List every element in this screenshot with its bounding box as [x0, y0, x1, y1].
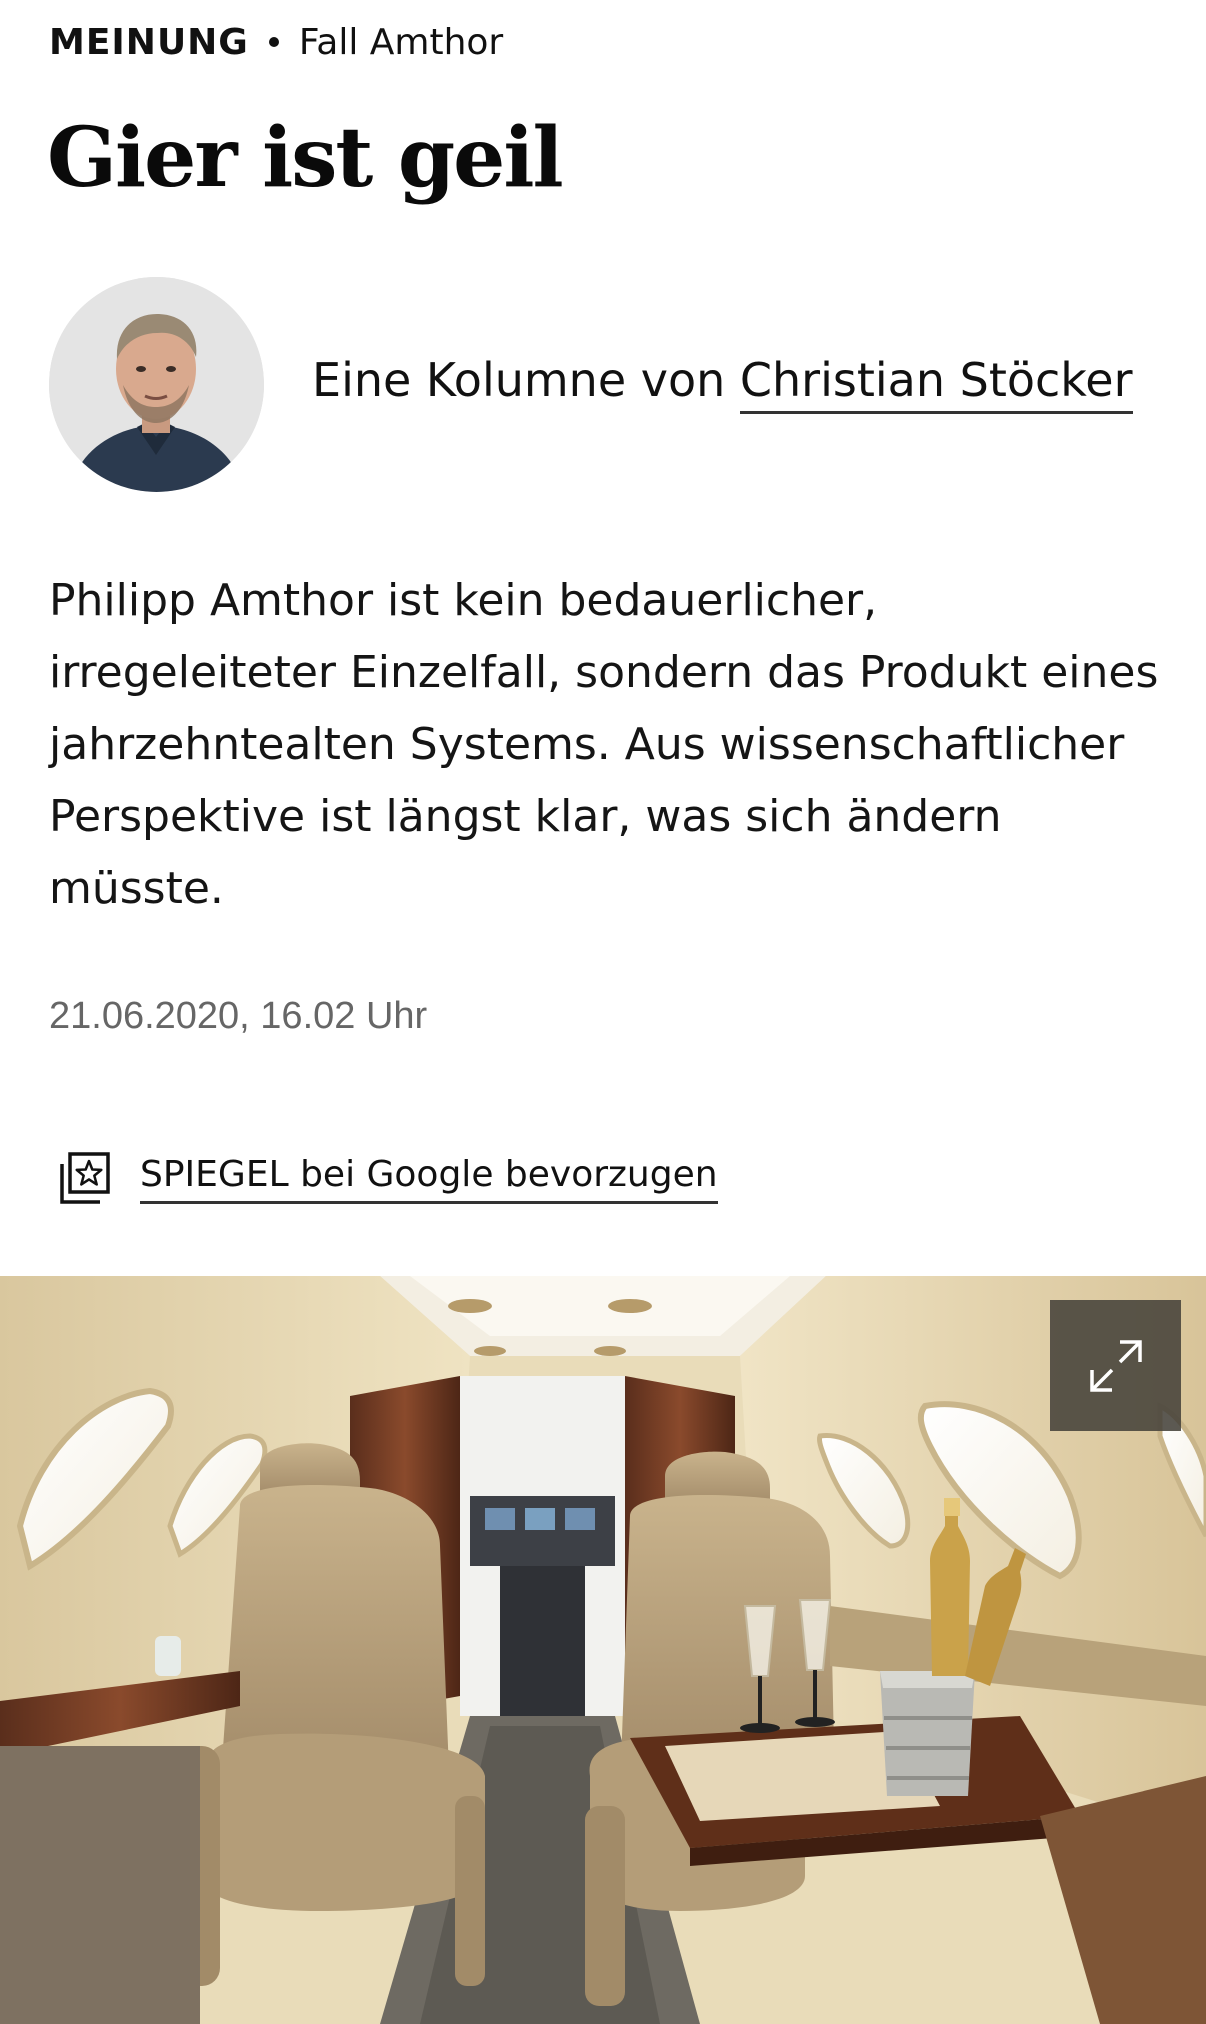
section-label[interactable]: MEINUNG [49, 22, 249, 63]
article-teaser: Philipp Amthor ist kein bedauerlicher, i… [49, 575, 1159, 914]
author-avatar[interactable] [49, 277, 264, 492]
google-prefer-label: SPIEGEL bei Google bevorzugen [140, 1154, 718, 1204]
publish-date: 21.06.2020, 16.02 Uhr [49, 995, 428, 1037]
author-link[interactable]: Christian Stöcker [739, 353, 1133, 414]
byline: Eine Kolumne von Christian Stöcker [312, 352, 1133, 414]
byline-prefix: Eine Kolumne von [312, 353, 740, 407]
article-headline: Gier ist geil [47, 110, 564, 206]
expand-image-button[interactable] [1050, 1300, 1181, 1431]
author-portrait [49, 277, 264, 492]
kicker: MEINUNG Fall Amthor [49, 18, 503, 66]
star-bookmark-icon [60, 1152, 110, 1204]
expand-icon [1089, 1339, 1142, 1392]
separator-dot [268, 37, 279, 47]
jet-cabin-image [0, 1276, 1206, 2024]
hero-image[interactable] [0, 1276, 1206, 2024]
google-prefer-link[interactable]: SPIEGEL bei Google bevorzugen [56, 1150, 718, 1208]
topic-label[interactable]: Fall Amthor [299, 22, 503, 63]
